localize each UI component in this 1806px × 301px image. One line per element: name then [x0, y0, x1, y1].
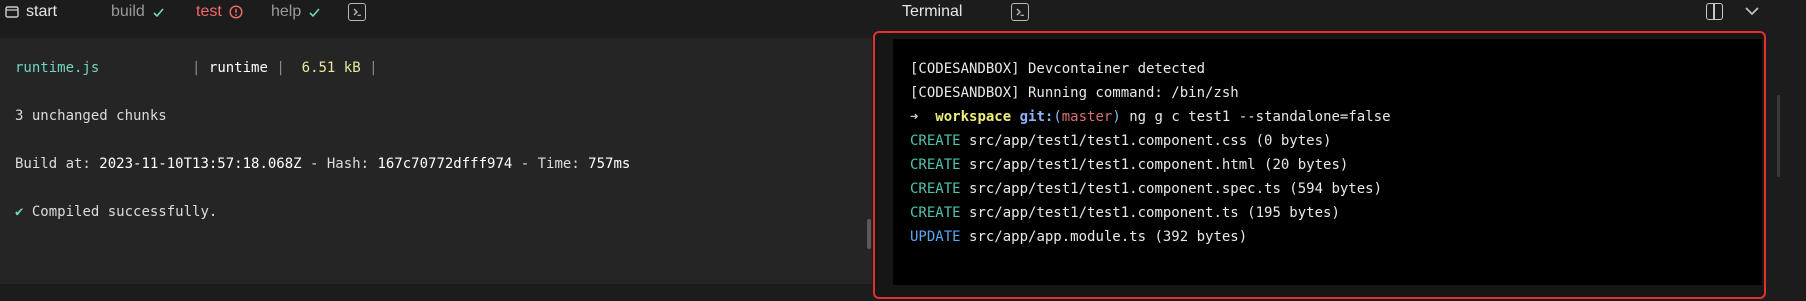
open-shell-button[interactable] [348, 3, 366, 21]
file-op-line: CREATE src/app/test1/test1.component.ts … [910, 205, 1340, 221]
chunk-row: runtime.js | runtime | 6.51 kB | [15, 60, 378, 76]
file-op-path: src/app/app.module.ts (392 bytes) [969, 229, 1248, 245]
alert-circle-icon [229, 5, 243, 19]
file-op-action: UPDATE [910, 229, 961, 245]
terminal-panel[interactable]: [CODESANDBOX] Devcontainer detected [COD… [873, 31, 1780, 299]
file-op-action: CREATE [910, 157, 961, 173]
terminal-prompt-line: ➜ workspace git:(master) ng g c test1 --… [910, 109, 1391, 125]
chunk-file-name: runtime.js [15, 60, 100, 76]
time-prefix: - Time: [512, 156, 589, 172]
file-op-line: CREATE src/app/test1/test1.component.css… [910, 133, 1331, 149]
compiled-message: Compiled successfully. [31, 204, 218, 220]
table-divider: | [192, 60, 201, 76]
terminal-title[interactable]: Terminal [902, 3, 962, 21]
split-view-icon[interactable] [1706, 3, 1723, 20]
pane-resize-handle[interactable] [867, 219, 871, 249]
branch-paren-open: ( [1053, 109, 1062, 125]
table-divider: | [276, 60, 285, 76]
tab-help[interactable]: help [271, 3, 321, 21]
file-op-line: CREATE src/app/test1/test1.component.htm… [910, 157, 1348, 173]
chevron-down-icon[interactable] [1744, 3, 1760, 19]
git-label: git: [1019, 109, 1054, 125]
terminal-scrollbar[interactable] [1777, 95, 1780, 177]
table-divider: | [369, 60, 378, 76]
tab-start-label: start [26, 3, 58, 20]
tab-build-label: build [111, 3, 145, 20]
terminal-line: [CODESANDBOX] Devcontainer detected [910, 61, 1206, 77]
build-duration: 757ms [588, 156, 631, 172]
unchanged-chunks-line: 3 unchanged chunks [15, 108, 167, 124]
tab-build[interactable]: build [111, 3, 165, 21]
terminal-shell-button[interactable] [1011, 3, 1029, 21]
tab-test-label: test [196, 3, 222, 20]
git-branch: master [1061, 109, 1113, 125]
file-op-action: CREATE [910, 205, 961, 221]
tab-help-label: help [271, 3, 302, 20]
file-op-path: src/app/test1/test1.component.css (0 byt… [969, 133, 1332, 149]
app-root: start build test help runtime.js | runti… [0, 0, 1806, 301]
typed-command: ng g c test1 --standalone=false [1129, 109, 1391, 125]
file-op-action: CREATE [910, 133, 961, 149]
chunk-name: runtime [208, 60, 268, 76]
build-output: runtime.js | runtime | 6.51 kB | 3 uncha… [0, 38, 872, 284]
terminal-prompt-icon [353, 8, 361, 16]
file-op-line: UPDATE src/app/app.module.ts (392 bytes) [910, 229, 1247, 245]
build-hash: 167c70772dfff974 [377, 156, 513, 172]
tab-start[interactable]: start [5, 3, 57, 21]
file-op-line: CREATE src/app/test1/test1.component.spe… [910, 181, 1382, 197]
build-prefix: Build at: [15, 156, 100, 172]
branch-paren-close: ) [1112, 109, 1121, 125]
terminal-screen[interactable]: [CODESANDBOX] Devcontainer detected [COD… [893, 39, 1780, 285]
file-op-action: CREATE [910, 181, 961, 197]
check-icon [153, 7, 164, 17]
file-op-path: src/app/test1/test1.component.spec.ts (5… [969, 181, 1383, 197]
file-op-path: src/app/test1/test1.component.ts (195 by… [969, 205, 1340, 221]
check-icon [309, 7, 320, 17]
terminal-line: [CODESANDBOX] Running command: /bin/zsh [910, 85, 1239, 101]
chunk-size: 6.51 kB [301, 60, 361, 76]
prompt-directory: workspace [935, 109, 1012, 125]
terminal-header: Terminal [873, 0, 1806, 26]
task-tab-bar: start build test help [0, 0, 872, 26]
build-info-line: Build at: 2023-11-10T13:57:18.068Z - Has… [15, 156, 630, 172]
compiled-status-line: ✔ Compiled successfully. [15, 204, 217, 220]
terminal-prompt-icon [1016, 8, 1024, 16]
build-timestamp: 2023-11-10T13:57:18.068Z [99, 156, 302, 172]
tab-test[interactable]: test [196, 3, 243, 21]
terminal-window-icon [5, 6, 19, 18]
task-panel: start build test help runtime.js | runti… [0, 0, 872, 301]
hash-prefix: - Hash: [301, 156, 378, 172]
prompt-arrow-icon: ➜ [910, 109, 919, 125]
file-op-path: src/app/test1/test1.component.html (20 b… [969, 157, 1349, 173]
check-mark-icon: ✔ [15, 204, 24, 220]
